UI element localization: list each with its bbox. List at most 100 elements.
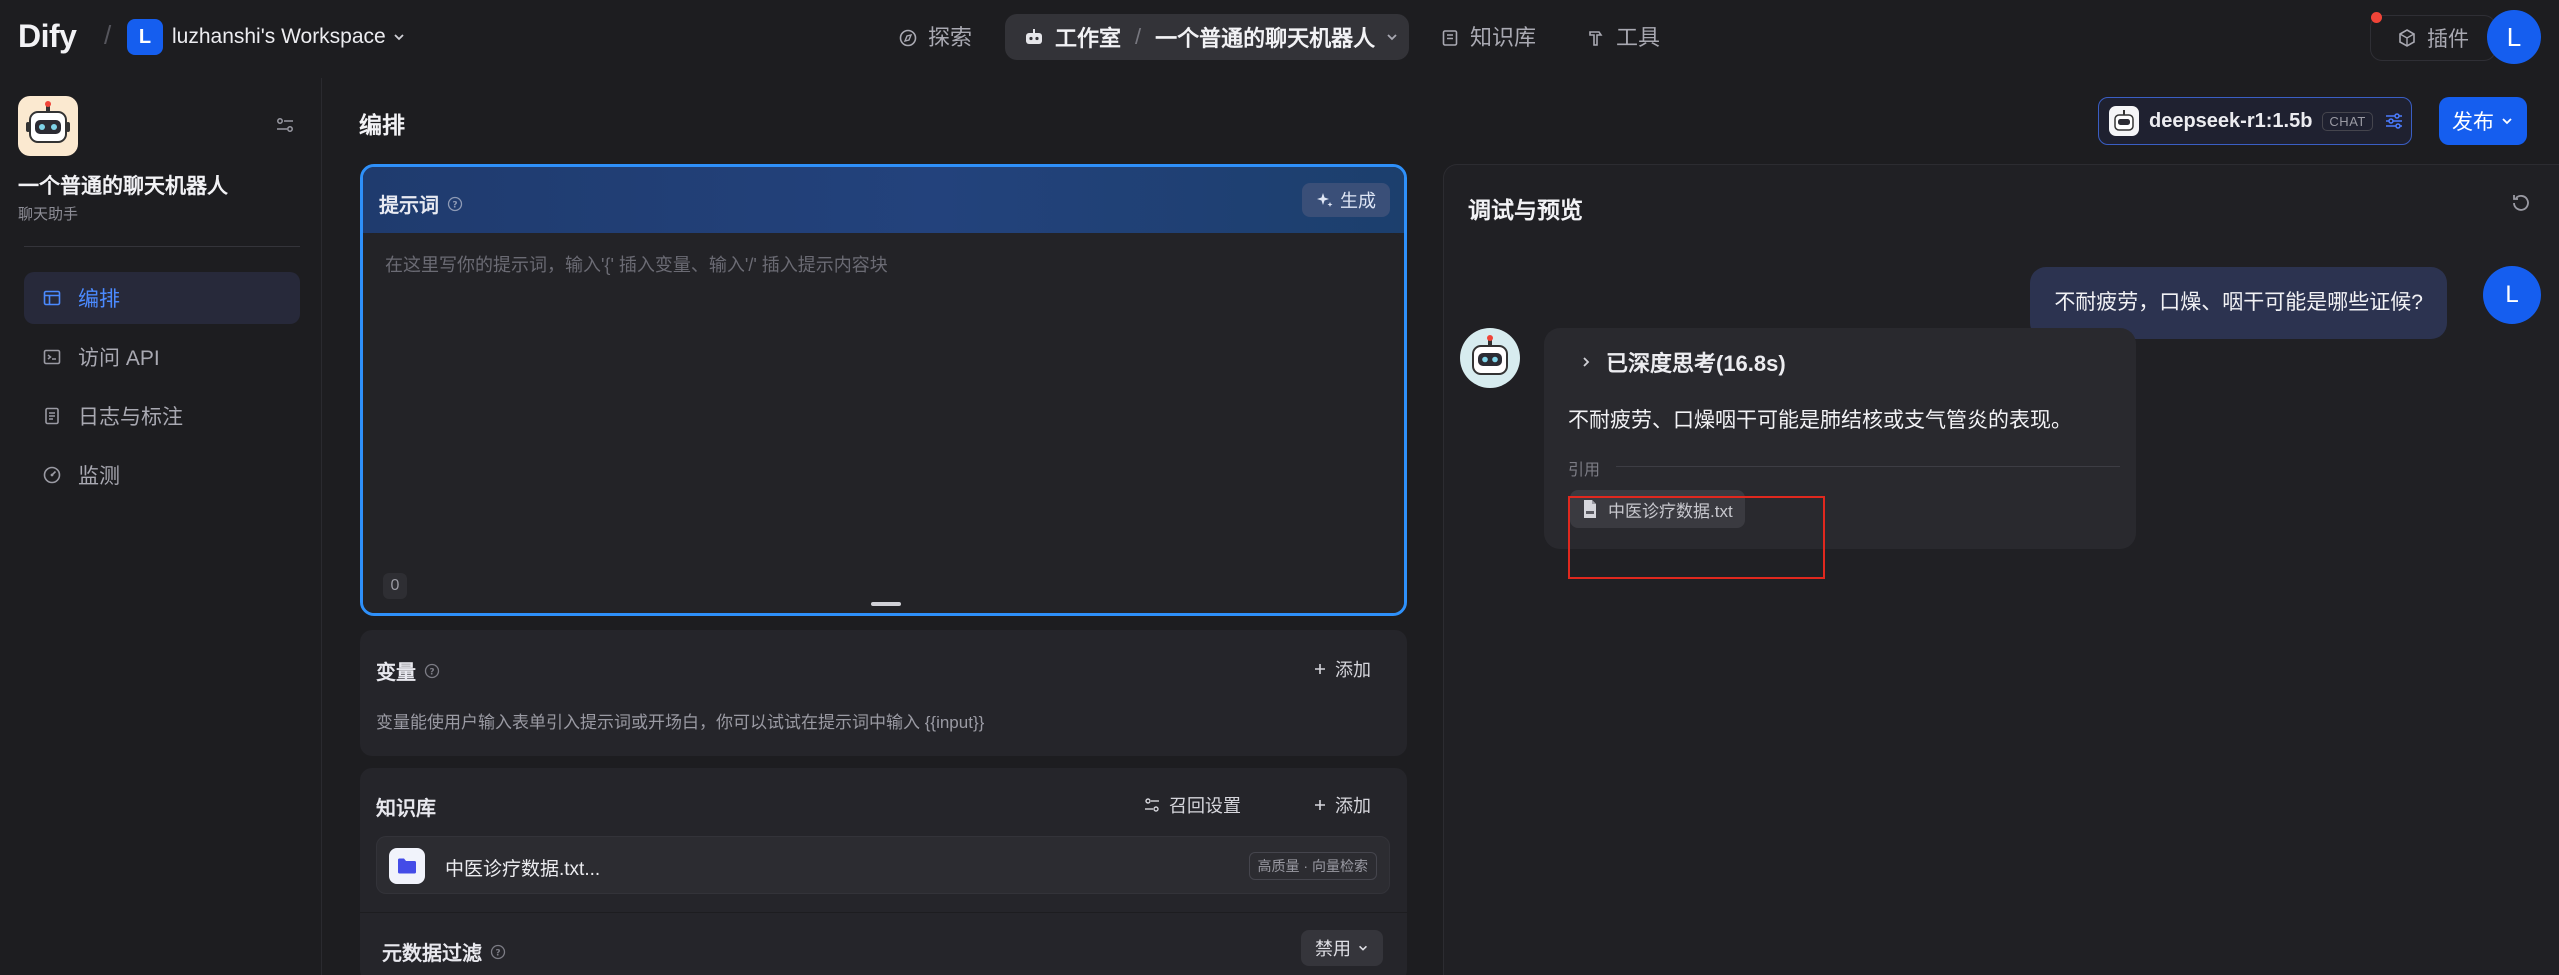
publish-button[interactable]: 发布 — [2439, 97, 2527, 145]
plugins-label: 插件 — [2427, 28, 2469, 51]
generate-button[interactable]: 生成 — [1302, 183, 1390, 217]
model-name: deepseek-r1:1.5b — [2149, 109, 2313, 132]
sidebar-item-label: 访问 API — [78, 347, 160, 370]
knowledge-item-badge: 高质量 · 向量检索 — [1248, 852, 1377, 880]
help-icon[interactable]: ? — [490, 944, 506, 960]
sidebar-item-label: 监测 — [78, 465, 120, 488]
prompt-editor-panel: 提示词 ? 生成 在这里写你的提示词，输入'{' 插入变量、输入'/' 插入提示… — [360, 164, 1407, 616]
bot-answer: 不耐疲劳、口燥咽干可能是肺结核或支气管炎的表现。 — [1568, 409, 2072, 432]
sidebar-item-orchestrate[interactable]: 编排 — [24, 272, 300, 324]
nav-explore[interactable]: 探索 — [898, 16, 972, 60]
knowledge-section: 知识库 召回设置 添加 中医诊疗数据.txt... 高质量 · 向量检索 元数据… — [360, 768, 1407, 975]
chevron-down-icon — [1359, 945, 1367, 951]
prompt-placeholder: 在这里写你的提示词，输入'{' 插入变量、输入'/' 插入提示内容块 — [385, 255, 888, 275]
prompt-char-count: 0 — [383, 573, 407, 599]
workspace-avatar[interactable]: L — [127, 19, 163, 55]
knowledge-item-name: 中医诊疗数据.txt... — [445, 859, 601, 880]
app-type: 聊天助手 — [18, 206, 79, 223]
add-knowledge-button[interactable]: 添加 — [1313, 792, 1371, 818]
add-knowledge-label: 添加 — [1335, 796, 1371, 816]
variables-label: 变量 — [376, 662, 416, 684]
workspace-selector[interactable]: luzhanshi's Workspace — [172, 22, 406, 52]
sidebar-collapse-icon[interactable] — [274, 114, 296, 136]
debug-title: 调试与预览 — [1468, 197, 1583, 223]
main-area: 编排 deepseek-r1:1.5b CHAT 发布 提示词 ? 生成 在这里… — [323, 78, 2559, 975]
layout-icon — [43, 290, 61, 306]
variables-section: 变量 ? 添加 变量能使用户输入表单引入提示词或开场白，你可以试试在提示词中输入… — [360, 630, 1407, 756]
resize-handle[interactable] — [871, 602, 901, 606]
citation-label: 引用 — [1568, 462, 1601, 479]
chevron-down-icon — [1387, 34, 1397, 41]
knowledge-item[interactable]: 中医诊疗数据.txt... 高质量 · 向量检索 — [376, 836, 1390, 894]
sidebar-divider — [24, 246, 300, 247]
hammer-icon — [1589, 31, 1603, 46]
sidebar-item-label: 日志与标注 — [78, 406, 183, 429]
help-icon[interactable]: ? — [424, 663, 440, 679]
citation-file-name: 中医诊疗数据.txt — [1608, 501, 1733, 521]
prompt-title: 提示词 ? — [379, 189, 463, 218]
add-variable-button[interactable]: 添加 — [1313, 656, 1371, 682]
prompt-textarea[interactable]: 在这里写你的提示词，输入'{' 插入变量、输入'/' 插入提示内容块 0 — [363, 233, 1404, 613]
plus-icon — [1315, 664, 1325, 674]
prompt-label: 提示词 — [379, 195, 439, 217]
nav-tools[interactable]: 工具 — [1586, 16, 1660, 60]
compass-icon — [899, 29, 917, 47]
nav-explore-label: 探索 — [928, 25, 973, 50]
metadata-filter-title: 元数据过滤 ? — [382, 937, 506, 966]
retrieval-settings-button[interactable]: 召回设置 — [1143, 792, 1241, 818]
sidebar-item-logs[interactable]: 日志与标注 — [24, 390, 300, 442]
variables-title: 变量 ? — [376, 656, 440, 685]
svg-text:?: ? — [429, 667, 434, 677]
bot-avatar — [1460, 328, 1520, 388]
txt-file-icon — [1584, 500, 1596, 518]
sidebar-item-api[interactable]: 访问 API — [24, 331, 300, 383]
file-list-icon — [45, 407, 59, 425]
robot-icon — [1026, 29, 1042, 44]
retrieval-settings-label: 召回设置 — [1169, 796, 1241, 816]
nav-tools-label: 工具 — [1616, 25, 1661, 50]
publish-label: 发布 — [2452, 111, 2494, 134]
dify-logo[interactable]: Dify — [18, 16, 77, 56]
book-icon — [1442, 30, 1458, 46]
generate-label: 生成 — [1340, 191, 1376, 211]
citation-chip[interactable]: 中医诊疗数据.txt — [1570, 490, 1745, 528]
plugins-button[interactable]: 插件 — [2370, 15, 2496, 61]
nav-knowledge[interactable]: 知识库 — [1440, 16, 1536, 60]
nav-knowledge-label: 知识库 — [1470, 25, 1537, 50]
settings-sliders-icon[interactable] — [2383, 110, 2405, 132]
model-selector[interactable]: deepseek-r1:1.5b CHAT — [2098, 97, 2412, 145]
folder-icon — [389, 848, 425, 884]
metadata-filter-select[interactable]: 禁用 — [1301, 930, 1383, 966]
breadcrumb-separator: / — [104, 20, 112, 50]
help-icon[interactable]: ? — [447, 196, 463, 212]
nav-studio[interactable]: 工作室 / 一个普通的聊天机器人 — [1005, 14, 1409, 60]
metadata-filter-label: 元数据过滤 — [382, 943, 482, 965]
variables-description: 变量能使用户输入表单引入提示词或开场白，你可以试试在提示词中输入 {{input… — [376, 713, 985, 732]
chevron-right-icon — [1583, 357, 1590, 367]
sidebar-item-monitor[interactable]: 监测 — [24, 449, 300, 501]
app-icon — [18, 96, 78, 156]
nav-studio-label: 工作室 — [1055, 26, 1122, 51]
settings-sliders-icon — [1145, 798, 1159, 812]
chevron-down-icon — [394, 34, 404, 41]
svg-text:?: ? — [452, 200, 457, 210]
metadata-filter-value: 禁用 — [1315, 939, 1351, 959]
refresh-icon[interactable] — [2509, 191, 2533, 215]
workspace-name: luzhanshi's Workspace — [172, 25, 386, 48]
sidebar: 一个普通的聊天机器人 聊天助手 编排 访问 API 日志与标注 监测 — [0, 78, 322, 975]
model-mode-badge: CHAT — [2322, 111, 2373, 131]
bot-message: 已深度思考(16.8s) 不耐疲劳、口燥咽干可能是肺结核或支气管炎的表现。 引用… — [1544, 328, 2136, 549]
sparkle-icon — [1317, 193, 1333, 207]
thinking-toggle[interactable]: 已深度思考(16.8s) — [1580, 346, 1786, 378]
nav-separator: / — [1135, 24, 1142, 49]
section-divider — [360, 912, 1407, 913]
top-bar: Dify / L luzhanshi's Workspace 探索 工作室 / … — [0, 0, 2559, 74]
plus-icon — [1315, 800, 1325, 810]
svg-text:?: ? — [495, 948, 500, 958]
debug-preview-panel: 调试与预览 不耐疲劳，口燥、咽干可能是哪些证候? L 已深度思考(16.8s) … — [1443, 164, 2559, 975]
page-title: 编排 — [359, 112, 405, 138]
user-avatar[interactable]: L — [2487, 10, 2541, 64]
model-logo-icon — [2109, 106, 2139, 136]
user-message-avatar: L — [2483, 266, 2541, 324]
app-name: 一个普通的聊天机器人 — [18, 175, 228, 198]
